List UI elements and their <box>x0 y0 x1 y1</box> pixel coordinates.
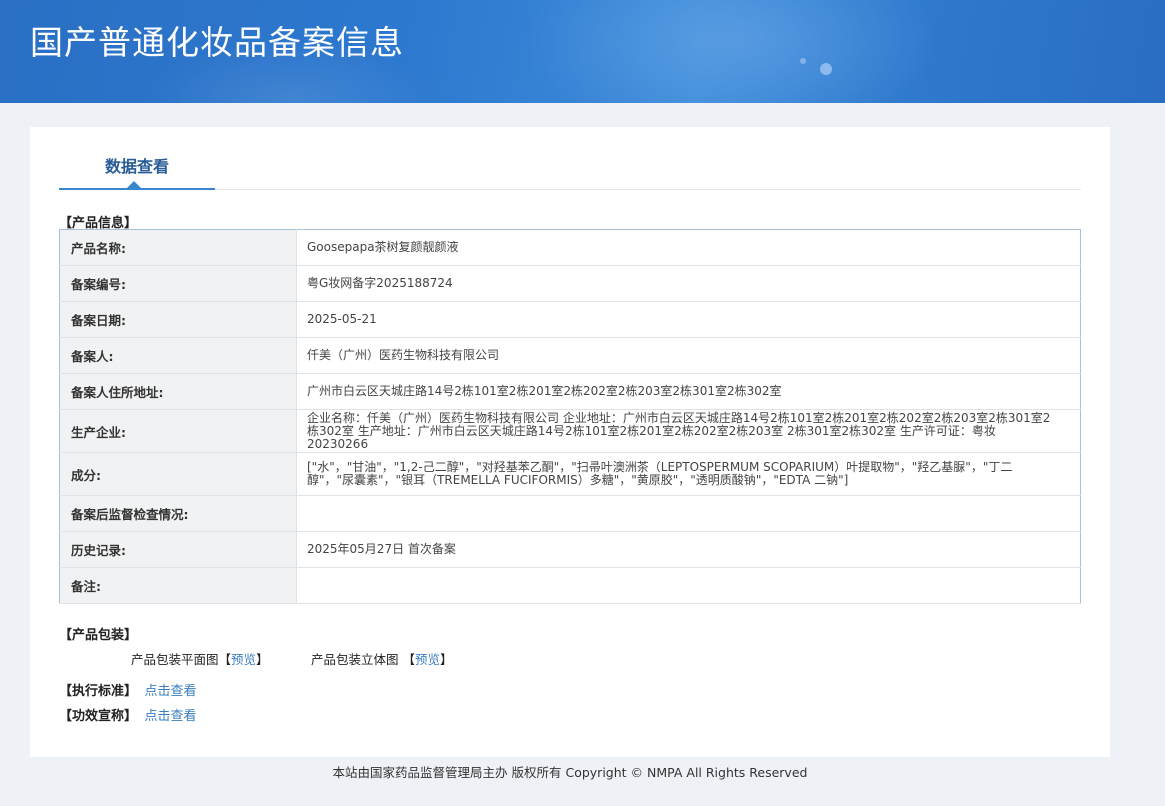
row-label: 成分: <box>59 452 297 496</box>
standard-view-link[interactable]: 点击查看 <box>145 684 197 699</box>
packaging-solid: 产品包装立体图 【预览】 <box>311 652 453 667</box>
row-value: 仟美（广州）医药生物科技有限公司 <box>296 337 1081 374</box>
table-row: 产品名称: Goosepapa茶树复颜靓颜液 <box>59 229 1081 266</box>
row-value <box>296 495 1081 532</box>
row-label: 历史记录: <box>59 531 297 568</box>
preview-solid-link[interactable]: 预览 <box>415 652 440 667</box>
table-row: 成分: ["水"，"甘油"，"1,2-己二醇"，"对羟基苯乙酮"，"扫帚叶澳洲茶… <box>59 452 1081 496</box>
table-row: 历史记录: 2025年05月27日 首次备案 <box>59 531 1081 568</box>
row-value: 粤G妆网备字2025188724 <box>296 265 1081 302</box>
row-label: 备注: <box>59 567 297 604</box>
section-packaging: 【产品包装】 <box>59 628 138 643</box>
banner-decoration <box>820 63 832 75</box>
tab-bar: 数据查看 <box>59 127 1081 190</box>
content-panel: 数据查看 【产品信息】 产品名称: Goosepapa茶树复颜靓颜液 备案编号:… <box>30 127 1110 757</box>
section-efficacy-label: 【功效宣称】 <box>59 709 138 724</box>
product-info-table: 产品名称: Goosepapa茶树复颜靓颜液 备案编号: 粤G妆网备字20251… <box>59 229 1081 604</box>
table-row: 备案日期: 2025-05-21 <box>59 301 1081 338</box>
section-standard-label: 【执行标准】 <box>59 684 138 699</box>
row-value: Goosepapa茶树复颜靓颜液 <box>296 229 1081 266</box>
packaging-solid-label: 产品包装立体图 <box>311 652 399 667</box>
section-standard: 【执行标准】 点击查看 <box>59 680 197 699</box>
tab-label: 数据查看 <box>104 157 169 176</box>
row-value <box>296 567 1081 604</box>
footer: 本站由国家药品监督管理局主办 版权所有 Copyright © NMPA All… <box>332 765 808 780</box>
row-label: 备案人: <box>59 337 297 374</box>
row-value: 2025年05月27日 首次备案 <box>296 531 1081 568</box>
row-label: 备案编号: <box>59 265 297 302</box>
packaging-flat: 产品包装平面图【预览】 <box>131 652 269 667</box>
tab-active-caret <box>127 181 141 188</box>
row-value: 2025-05-21 <box>296 301 1081 338</box>
table-row: 备案人: 仟美（广州）医药生物科技有限公司 <box>59 337 1081 374</box>
table-row: 生产企业: 企业名称：仟美（广州）医药生物科技有限公司 企业地址：广州市白云区天… <box>59 409 1081 453</box>
row-label: 备案日期: <box>59 301 297 338</box>
row-value: ["水"，"甘油"，"1,2-己二醇"，"对羟基苯乙酮"，"扫帚叶澳洲茶（LEP… <box>296 452 1081 496</box>
row-label: 产品名称: <box>59 229 297 266</box>
table-row: 备案后监督检查情况: <box>59 495 1081 532</box>
tab-data-view[interactable]: 数据查看 <box>59 127 215 190</box>
banner-glow <box>520 0 940 103</box>
row-label: 备案人住所地址: <box>59 373 297 410</box>
banner-decoration <box>800 58 806 64</box>
efficacy-view-link[interactable]: 点击查看 <box>145 709 197 724</box>
row-label: 备案后监督检查情况: <box>59 495 297 532</box>
page-title: 国产普通化妆品备案信息 <box>30 23 404 62</box>
row-label: 生产企业: <box>59 409 297 453</box>
header-banner: 国产普通化妆品备案信息 <box>0 0 1165 103</box>
row-value: 企业名称：仟美（广州）医药生物科技有限公司 企业地址：广州市白云区天城庄路14号… <box>296 409 1081 453</box>
preview-flat-link[interactable]: 预览 <box>231 652 256 667</box>
table-row: 备案人住所地址: 广州市白云区天城庄路14号2栋101室2栋201室2栋202室… <box>59 373 1081 410</box>
packaging-flat-label: 产品包装平面图 <box>131 652 219 667</box>
table-row: 备案编号: 粤G妆网备字2025188724 <box>59 265 1081 302</box>
table-row: 备注: <box>59 567 1081 604</box>
row-value: 广州市白云区天城庄路14号2栋101室2栋201室2栋202室2栋203室2栋3… <box>296 373 1081 410</box>
section-efficacy: 【功效宣称】 点击查看 <box>59 705 197 724</box>
